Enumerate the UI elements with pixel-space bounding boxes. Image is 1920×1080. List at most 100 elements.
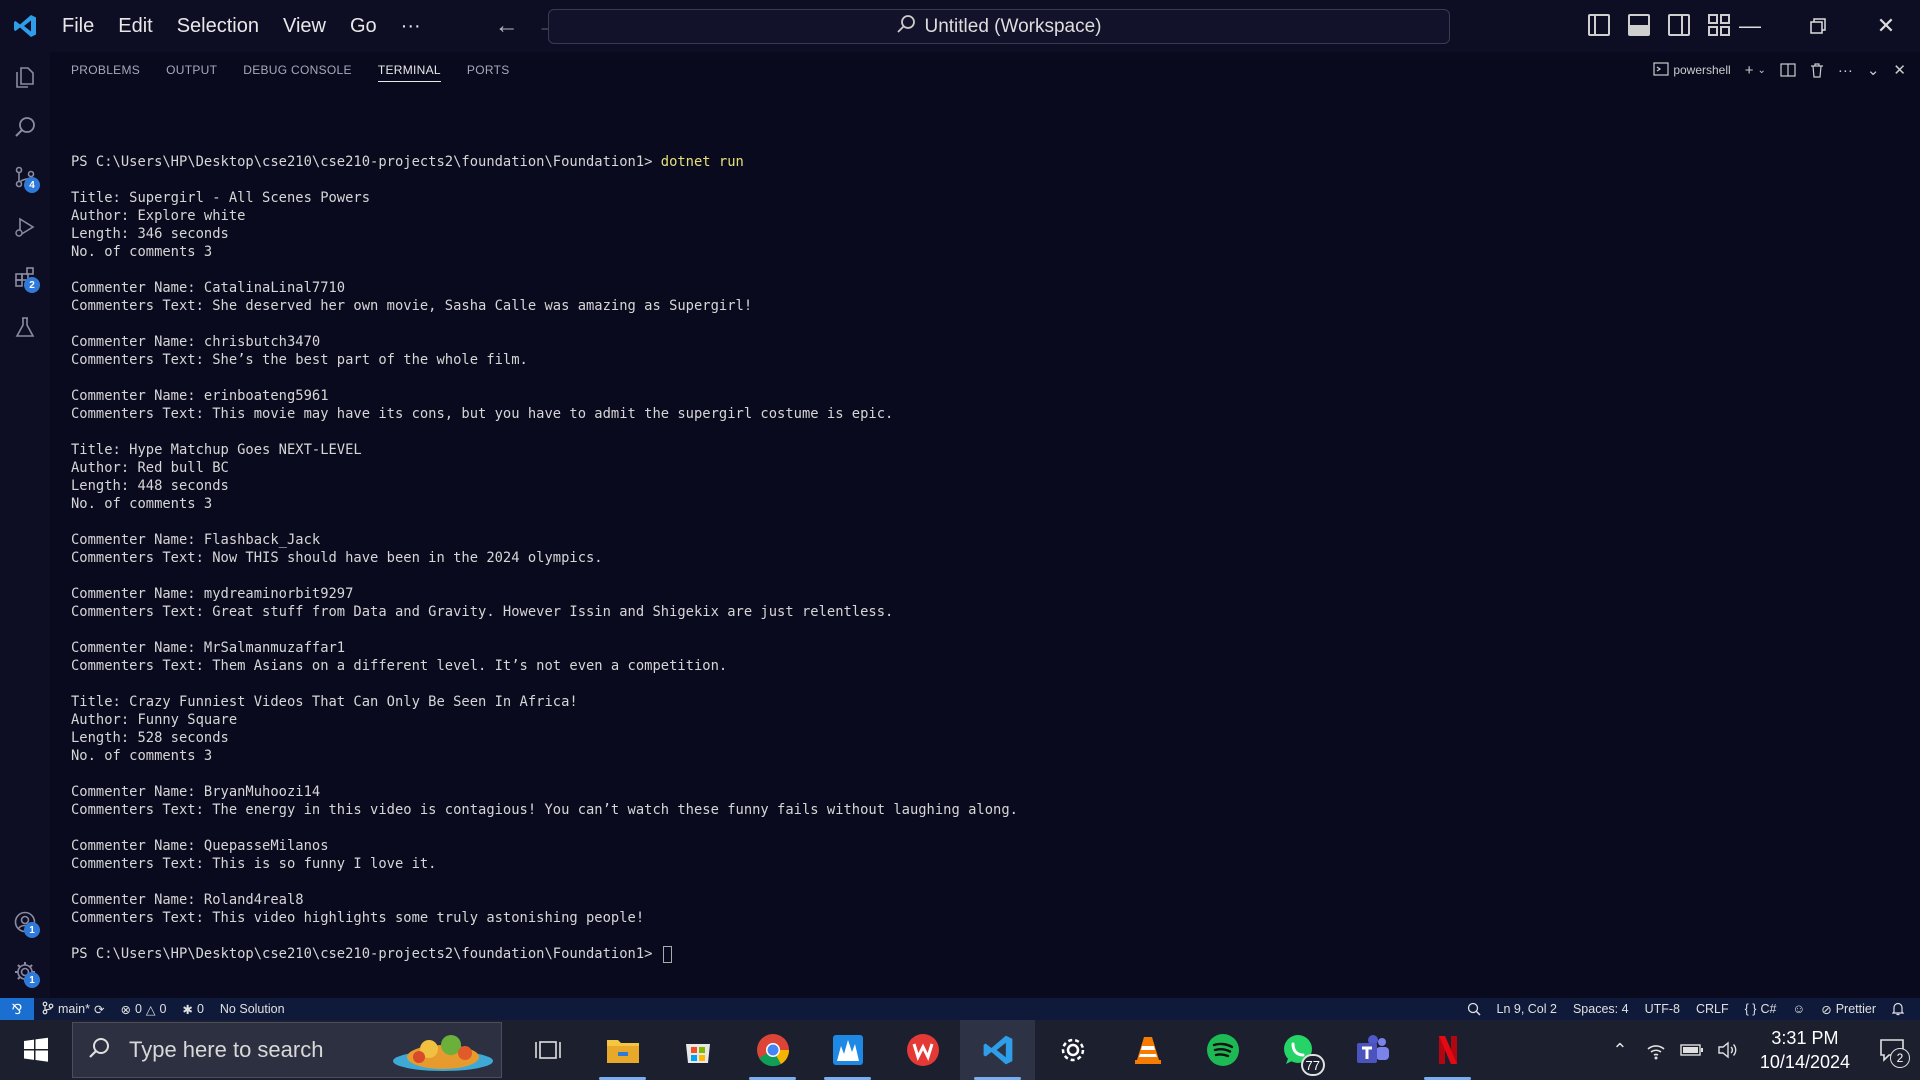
prettier-indicator[interactable]: ⊘ Prettier [1813, 1002, 1884, 1017]
terminal-line: Length: 448 seconds [71, 478, 229, 494]
more-actions-icon[interactable]: ··· [1838, 62, 1853, 79]
activity-bar: 4 2 1 1 [0, 52, 50, 998]
accounts-icon[interactable]: 1 [0, 897, 50, 947]
chevron-up-icon[interactable]: ⌃ [1602, 1040, 1638, 1061]
menu-more[interactable]: ··· [389, 0, 433, 52]
command-center[interactable]: Untitled (Workspace) [548, 9, 1450, 44]
taskbar-clock[interactable]: 3:31 PM 10/14/2024 [1746, 1026, 1864, 1074]
vlc-icon[interactable] [1110, 1020, 1185, 1080]
cursor-position[interactable]: Ln 9, Col 2 [1489, 1002, 1565, 1016]
tab-ports[interactable]: PORTS [454, 52, 523, 88]
chevron-down-icon[interactable]: ⌄ [1867, 61, 1880, 79]
windows-start-icon[interactable] [0, 1020, 72, 1080]
terminal-output[interactable]: PS C:\Users\HP\Desktop\cse210\cse210-pro… [50, 88, 1920, 998]
menu-bar: File Edit Selection View Go ··· [50, 0, 433, 52]
spotify-icon[interactable] [1185, 1020, 1260, 1080]
wps-office-icon[interactable] [885, 1020, 960, 1080]
menu-selection[interactable]: Selection [165, 0, 271, 52]
terminal-line: Commenters Text: She deserved her own mo… [71, 298, 753, 314]
search-icon [87, 1036, 111, 1065]
microsoft-store-icon[interactable] [660, 1020, 735, 1080]
line-ending[interactable]: CRLF [1688, 1002, 1737, 1016]
new-terminal-button[interactable]: + ⌄ [1745, 62, 1766, 79]
indentation[interactable]: Spaces: 4 [1565, 1002, 1637, 1016]
chrome-icon[interactable] [735, 1020, 810, 1080]
taskbar-search-box[interactable]: Type here to search [72, 1022, 502, 1078]
menu-file[interactable]: File [50, 0, 106, 52]
search-placeholder: Type here to search [129, 1037, 324, 1062]
terminal-line: Commenter Name: QuepasseMilanos [71, 838, 329, 854]
tab-terminal[interactable]: TERMINAL [365, 52, 454, 88]
remote-indicator-icon[interactable]: ⅋ [0, 998, 34, 1020]
battery-icon[interactable] [1674, 1043, 1710, 1057]
terminal-line: Commenter Name: MrSalmanmuzaffar1 [71, 640, 346, 656]
wifi-icon[interactable] [1638, 1040, 1674, 1060]
teams-icon[interactable] [1335, 1020, 1410, 1080]
terminal-line: Commenter Name: BryanMuhoozi14 [71, 784, 321, 800]
zoom-icon[interactable] [1459, 1002, 1489, 1016]
terminal-line: Commenters Text: This video highlights s… [71, 910, 645, 926]
search-sidebar-icon[interactable] [0, 102, 50, 152]
settings-taskbar-icon[interactable] [1035, 1020, 1110, 1080]
testing-flask-icon[interactable] [0, 302, 50, 352]
terminal-line: Length: 528 seconds [71, 730, 229, 746]
whatsapp-icon[interactable]: 77 [1260, 1020, 1335, 1080]
close-window-button[interactable]: ✕ [1852, 0, 1920, 52]
windows-taskbar: Type here to search 77 ⌃ 3:31 PM 10/14/2… [0, 1020, 1920, 1080]
ssms-icon[interactable] [810, 1020, 885, 1080]
minimize-button[interactable]: — [1716, 0, 1784, 52]
sync-icon[interactable]: ⟳ [94, 1002, 104, 1017]
terminal-line: Author: Funny Square [71, 712, 238, 728]
ports-count: 0 [196, 1002, 204, 1016]
trash-icon[interactable] [1810, 62, 1824, 78]
tab-output[interactable]: OUTPUT [153, 52, 230, 88]
file-explorer-icon[interactable] [585, 1020, 660, 1080]
explorer-icon[interactable] [0, 52, 50, 102]
close-panel-icon[interactable]: ✕ [1893, 61, 1906, 79]
run-debug-icon[interactable] [0, 202, 50, 252]
notification-count: 2 [1890, 1048, 1910, 1068]
status-bar: ⅋ main* ⟳ ⊗ 0 △ 0 ✱ 0 No Solution Ln 9, Col… [0, 998, 1920, 1020]
terminal-line: Commenter Name: erinboateng5961 [71, 388, 329, 404]
problems-indicator[interactable]: ⊗ 0 △ 0 [112, 1002, 174, 1017]
terminal-profile[interactable]: powershell [1653, 61, 1731, 79]
back-arrow-icon[interactable]: ← [493, 12, 521, 40]
terminal-line: Commenters Text: Great stuff from Data a… [71, 604, 894, 620]
task-view-icon[interactable] [510, 1020, 585, 1080]
menu-view[interactable]: View [271, 0, 338, 52]
toggle-panel-icon[interactable] [1628, 14, 1650, 36]
menu-edit[interactable]: Edit [106, 0, 164, 52]
search-highlight-icon [389, 1029, 495, 1078]
vscode-taskbar-icon[interactable] [960, 1020, 1035, 1080]
toggle-secondary-sidebar-icon[interactable] [1668, 14, 1690, 36]
source-control-icon[interactable]: 4 [0, 152, 50, 202]
copilot-icon[interactable]: ☺ [1784, 1002, 1813, 1016]
panel-header: PROBLEMS OUTPUT DEBUG CONSOLE TERMINAL P… [50, 52, 1920, 88]
netflix-icon[interactable] [1410, 1020, 1485, 1080]
notification-center-icon[interactable]: 2 [1864, 1020, 1920, 1080]
volume-icon[interactable] [1710, 1040, 1746, 1060]
split-terminal-icon[interactable] [1780, 62, 1796, 78]
solution-indicator[interactable]: No Solution [212, 1002, 293, 1016]
terminal-line: No. of comments 3 [71, 496, 213, 512]
settings-gear-icon[interactable]: 1 [0, 947, 50, 997]
ports-indicator[interactable]: ✱ 0 [174, 1002, 211, 1017]
terminal-command: dotnet run [660, 154, 744, 170]
toggle-primary-sidebar-icon[interactable] [1588, 14, 1610, 36]
extensions-icon[interactable]: 2 [0, 252, 50, 302]
tab-debug-console[interactable]: DEBUG CONSOLE [230, 52, 365, 88]
broadcast-icon: ✱ [182, 1002, 193, 1017]
bell-icon[interactable] [1884, 1002, 1912, 1016]
language-mode[interactable]: { } C# [1737, 1002, 1785, 1016]
terminal-line: Commenter Name: chrisbutch3470 [71, 334, 321, 350]
branch-indicator[interactable]: main* ⟳ [34, 1001, 112, 1018]
terminal-lines: Title: Supergirl - All Scenes Powers Auth… [71, 171, 1920, 945]
menu-go[interactable]: Go [338, 0, 389, 52]
restore-button[interactable] [1784, 0, 1852, 52]
encoding[interactable]: UTF-8 [1637, 1002, 1688, 1016]
warning-icon: △ [145, 1002, 156, 1017]
tab-problems[interactable]: PROBLEMS [58, 52, 153, 88]
